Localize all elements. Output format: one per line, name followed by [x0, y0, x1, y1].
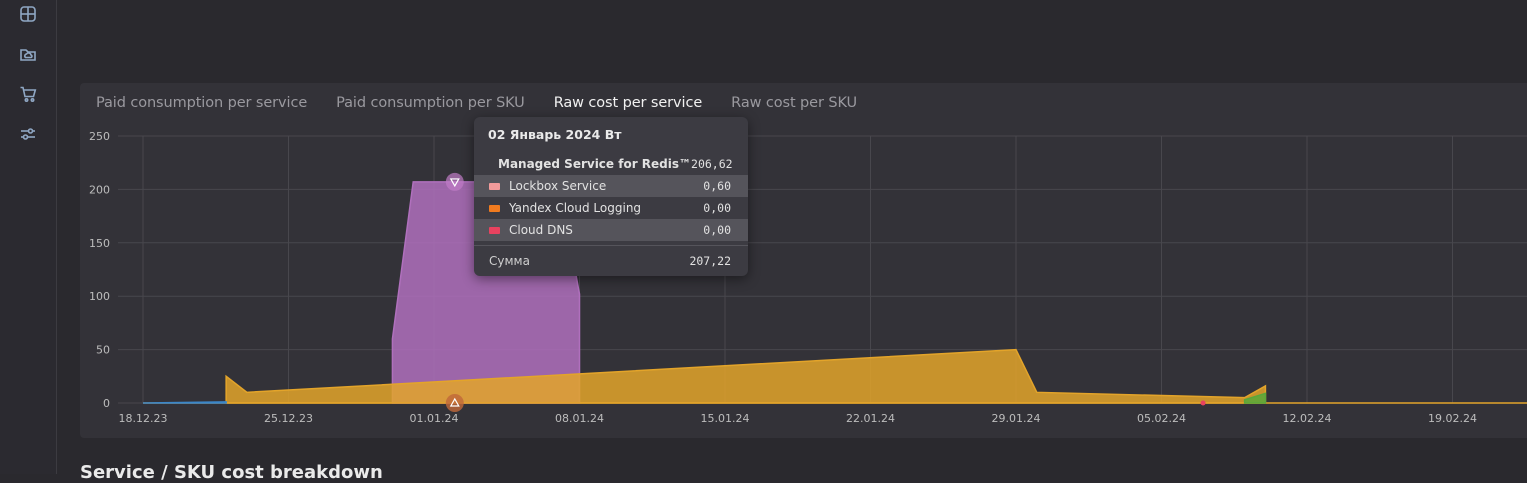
section-heading: Service / SKU cost breakdown	[80, 462, 383, 483]
tooltip-row-value: 0,00	[703, 201, 731, 215]
hover-marker-bottom	[445, 394, 464, 412]
x-tick-label: 08.01.24	[555, 412, 604, 425]
legend-swatch	[489, 226, 500, 234]
x-tick-label: 12.02.24	[1283, 412, 1332, 425]
y-tick-label: 250	[89, 130, 110, 143]
area-blue-series	[142, 401, 227, 404]
y-tick-label: 50	[96, 344, 110, 357]
area-chart[interactable]: 0 50 100 150 200 250 18.12.23 25.12.23 01.01.24 0…	[0, 0, 1527, 440]
x-tick-label: 05.02.24	[1137, 412, 1186, 425]
tooltip-row-value: 0,60	[703, 179, 731, 193]
tooltip-row-name: Cloud DNS	[509, 223, 573, 237]
tooltip-row-logging: Yandex Cloud Logging 0,00	[474, 197, 748, 219]
tooltip-date: 02 Январь 2024 Вт	[488, 127, 622, 142]
dns-point	[1200, 400, 1206, 406]
x-tick-label: 01.01.24	[410, 412, 459, 425]
tooltip-sum-value: 207,22	[689, 254, 731, 268]
y-tick-label: 150	[89, 237, 110, 250]
x-tick-label: 22.01.24	[846, 412, 895, 425]
y-tick-label: 100	[89, 290, 110, 303]
area-yandex-cloud-logging	[225, 348, 1267, 404]
chart-tooltip: 02 Январь 2024 Вт Managed Service for Re…	[474, 117, 748, 276]
x-tick-label: 29.01.24	[992, 412, 1041, 425]
y-tick-label: 200	[89, 183, 110, 196]
tooltip-divider	[474, 245, 748, 246]
x-tick-label: 25.12.23	[264, 412, 313, 425]
tooltip-row-value: 0,00	[703, 223, 731, 237]
tooltip-row-dns: Cloud DNS 0,00	[474, 219, 748, 241]
tooltip-row-name: Managed Service for Redis™	[498, 157, 692, 171]
y-tick-label: 0	[103, 397, 110, 410]
tooltip-row-name: Lockbox Service	[509, 179, 607, 193]
tooltip-sum: Сумма 207,22	[474, 252, 748, 270]
tooltip-sum-label: Сумма	[489, 254, 530, 268]
legend-swatch	[489, 182, 500, 190]
tooltip-row-name: Yandex Cloud Logging	[509, 201, 642, 215]
tooltip-row-redis: Managed Service for Redis™ 206,62	[474, 153, 748, 175]
x-tick-label: 18.12.23	[119, 412, 168, 425]
tooltip-row-lockbox: Lockbox Service 0,60	[474, 175, 748, 197]
x-tick-label: 15.01.24	[701, 412, 750, 425]
hover-marker-top	[445, 172, 464, 191]
legend-swatch	[489, 204, 500, 212]
tooltip-row-value: 206,62	[691, 157, 733, 171]
x-tick-label: 19.02.24	[1428, 412, 1477, 425]
